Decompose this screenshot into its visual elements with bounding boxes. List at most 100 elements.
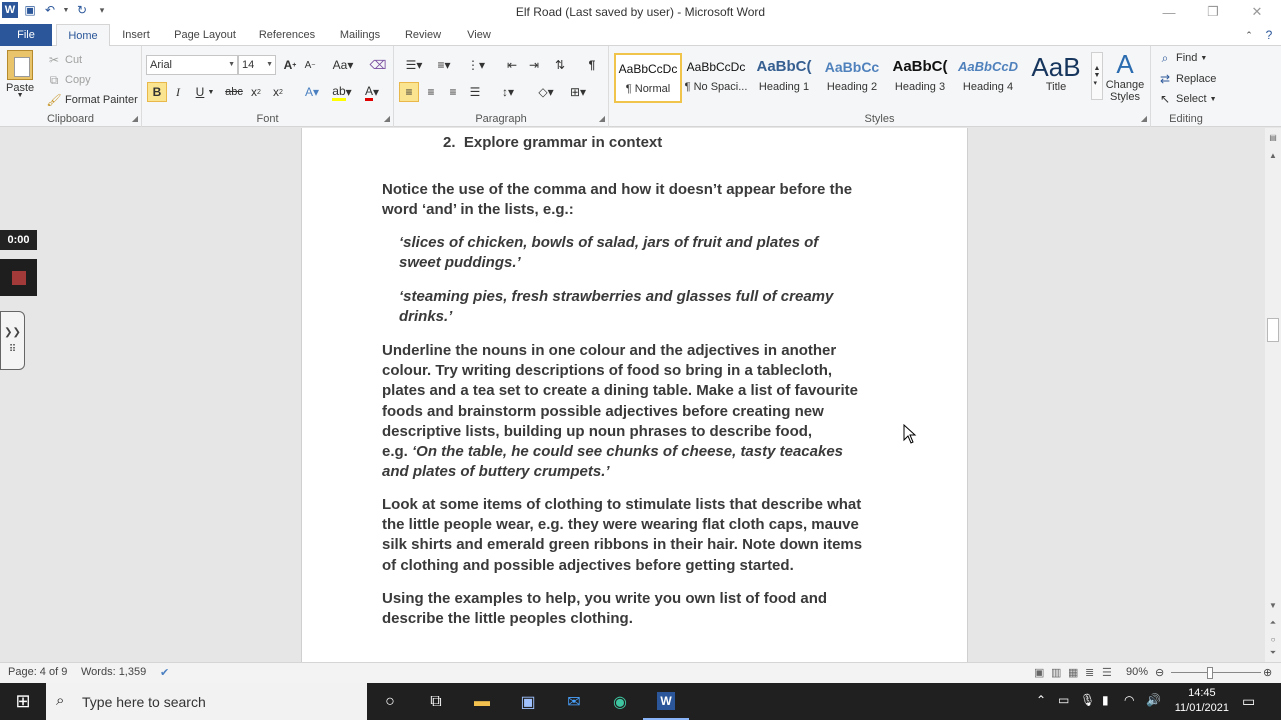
proofing-icon[interactable]: ✔	[160, 666, 169, 679]
wifi-icon[interactable]: ◠	[1124, 693, 1134, 707]
browse-object-icon[interactable]: ○	[1265, 632, 1281, 646]
scroll-up-icon[interactable]: ▲	[1265, 148, 1281, 162]
font-name-combo[interactable]: Arial ▼	[146, 55, 238, 75]
volume-icon[interactable]: 🔊	[1146, 693, 1161, 707]
text-effects-button[interactable]: A▾	[298, 82, 326, 102]
clear-formatting-button[interactable]: ⌫	[368, 55, 388, 75]
windows-start-icon[interactable]: ⊞	[0, 683, 46, 720]
paragraph-launcher-icon[interactable]: ◢	[599, 114, 605, 123]
multilevel-list-button[interactable]: ⋮▾	[462, 55, 490, 75]
word-taskbar-icon[interactable]: W	[643, 683, 689, 720]
tab-page-layout[interactable]: Page Layout	[168, 24, 242, 46]
style-heading-3[interactable]: AaBbC( Heading 3	[886, 53, 954, 103]
tab-references[interactable]: References	[252, 24, 322, 46]
previous-page-icon[interactable]: ⏶	[1265, 616, 1281, 630]
cut-button[interactable]: ✂ Cut	[46, 52, 82, 68]
taskbar-search-box[interactable]: ⌕ Type here to search	[46, 683, 367, 720]
styles-launcher-icon[interactable]: ◢	[1141, 114, 1147, 123]
tab-insert[interactable]: Insert	[114, 24, 158, 46]
stop-recording-button[interactable]	[0, 259, 37, 296]
replace-button[interactable]: ⇄ Replace	[1157, 71, 1216, 87]
underline-dropdown-icon[interactable]: ▼	[206, 82, 216, 102]
numbering-button[interactable]: ≡▾	[430, 55, 458, 75]
font-size-combo[interactable]: 14 ▼	[238, 55, 276, 75]
zoom-slider[interactable]	[1171, 672, 1261, 673]
battery-icon[interactable]: ▮	[1102, 693, 1109, 707]
print-layout-view-icon[interactable]: ▣	[1034, 666, 1044, 679]
tab-review[interactable]: Review	[398, 24, 448, 46]
decrease-indent-button[interactable]: ⇤	[502, 55, 522, 75]
style-heading-2[interactable]: AaBbCc Heading 2	[818, 53, 886, 103]
draft-view-icon[interactable]: ☰	[1102, 666, 1112, 679]
tab-view[interactable]: View	[458, 24, 500, 46]
tray-overflow-icon[interactable]: ⌃	[1036, 693, 1046, 707]
zoom-slider-thumb[interactable]	[1207, 667, 1213, 679]
bullets-button[interactable]: ☰▾	[400, 55, 428, 75]
italic-button[interactable]: I	[168, 82, 188, 102]
scroll-thumb[interactable]	[1267, 318, 1279, 342]
superscript-button[interactable]: x2	[268, 82, 288, 102]
format-painter-button[interactable]: 🖌 Format Painter	[46, 92, 137, 108]
notifications-icon[interactable]: ▭	[1242, 693, 1255, 710]
microphone-icon[interactable]: 🎙	[1080, 693, 1095, 707]
tab-file[interactable]: File	[0, 24, 52, 46]
show-formatting-button[interactable]: ¶	[582, 55, 602, 75]
ruler-toggle-icon[interactable]: ▤	[1265, 130, 1281, 144]
store-icon[interactable]: ▣	[505, 683, 551, 720]
taskbar-clock[interactable]: 14:45 11/01/2021	[1175, 686, 1229, 716]
help-icon[interactable]: ?	[1260, 24, 1278, 46]
line-spacing-button[interactable]: ↕▾	[494, 82, 522, 102]
paste-dropdown-icon[interactable]: ▼	[17, 92, 24, 99]
style-heading-1[interactable]: AaBbC( Heading 1	[750, 53, 818, 103]
align-right-button[interactable]: ≡	[443, 82, 463, 102]
subscript-button[interactable]: x2	[246, 82, 266, 102]
grow-font-button[interactable]: A +	[280, 55, 300, 75]
style-heading-4[interactable]: AaBbCcD Heading 4	[954, 53, 1022, 103]
recorder-panel-handle[interactable]: ❯❯ ⠿	[0, 311, 25, 370]
meet-now-icon[interactable]: ▭	[1058, 693, 1069, 707]
paste-button[interactable]: Paste ▼	[6, 50, 34, 99]
borders-button[interactable]: ⊞▾	[564, 82, 592, 102]
vertical-scrollbar[interactable]: ▤ ▲ ▼ ⏶ ○ ⏷	[1265, 128, 1281, 662]
word-count[interactable]: Words: 1,359	[81, 666, 146, 678]
highlight-button[interactable]: ab ▾	[328, 82, 356, 102]
shading-button[interactable]: ◇▾	[532, 82, 560, 102]
restore-icon[interactable]: ❐	[1191, 0, 1235, 24]
increase-indent-button[interactable]: ⇥	[524, 55, 544, 75]
style-no-spacing[interactable]: AaBbCcDc ¶ No Spaci...	[682, 53, 750, 103]
style-normal[interactable]: AaBbCcDc ¶ Normal	[614, 53, 682, 103]
change-case-button[interactable]: Aa▾	[330, 55, 356, 75]
zoom-in-icon[interactable]: ⊕	[1263, 666, 1272, 679]
tab-mailings[interactable]: Mailings	[332, 24, 388, 46]
document-area[interactable]: 2. Explore grammar in context Notice the…	[0, 128, 1265, 662]
shrink-font-button[interactable]: A −	[300, 55, 320, 75]
sort-button[interactable]: ⇅	[550, 55, 570, 75]
style-title[interactable]: AaB Title	[1022, 53, 1090, 103]
styles-gallery-scroll[interactable]: ▲ ▼ ▾	[1091, 52, 1103, 100]
tab-home[interactable]: Home	[56, 24, 110, 47]
font-color-button[interactable]: A ▾	[358, 82, 386, 102]
change-styles-button[interactable]: A Change Styles	[1105, 50, 1145, 103]
cortana-icon[interactable]: ○	[367, 683, 413, 720]
minimize-icon[interactable]: —	[1147, 0, 1191, 24]
full-screen-reading-icon[interactable]: ▥	[1051, 666, 1061, 679]
justify-button[interactable]: ☰	[465, 82, 485, 102]
bold-button[interactable]: B	[147, 82, 167, 102]
file-explorer-icon[interactable]: ▬	[459, 683, 505, 720]
clipboard-launcher-icon[interactable]: ◢	[132, 114, 138, 123]
find-button[interactable]: ⌕ Find ▼	[1157, 50, 1208, 66]
close-icon[interactable]: ✕	[1235, 0, 1279, 24]
align-left-button[interactable]: ≡	[399, 82, 419, 102]
document-page[interactable]: 2. Explore grammar in context Notice the…	[301, 128, 968, 662]
align-center-button[interactable]: ≡	[421, 82, 441, 102]
font-launcher-icon[interactable]: ◢	[384, 114, 390, 123]
scroll-down-icon[interactable]: ▼	[1265, 598, 1281, 612]
copy-button[interactable]: ⧉ Copy	[46, 72, 91, 88]
zoom-level[interactable]: 90%	[1126, 666, 1148, 678]
zoom-out-icon[interactable]: ⊖	[1155, 666, 1164, 679]
outline-view-icon[interactable]: ≣	[1085, 666, 1094, 679]
minimize-ribbon-icon[interactable]: ⌃	[1240, 24, 1258, 46]
select-button[interactable]: ↖ Select ▼	[1157, 91, 1217, 107]
mail-icon[interactable]: ✉	[551, 683, 597, 720]
edge-icon[interactable]: ◉	[597, 683, 643, 720]
